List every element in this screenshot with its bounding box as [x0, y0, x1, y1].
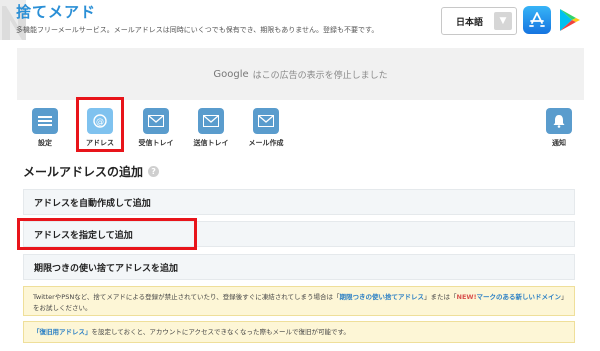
toolbar-label: 受信トレイ: [138, 139, 174, 147]
toolbar-label: メール作成: [248, 139, 284, 147]
option-label: アドレスを自動作成して追加: [34, 198, 151, 209]
app-store-icon[interactable]: [523, 6, 551, 34]
help-icon[interactable]: ?: [148, 166, 160, 177]
language-selected: 日本語: [456, 17, 484, 28]
ad-placeholder: Google はこの広告の表示を停止しました: [17, 48, 584, 100]
site-title[interactable]: 捨てメアド: [16, 2, 378, 22]
site-header: 捨てメアド 多機能フリーメールサービス。メールアドレスは同時にいくつでも保有でき…: [16, 2, 378, 35]
bell-icon: [546, 108, 572, 134]
section-title: メールアドレスの追加: [23, 165, 144, 179]
notice-text: 」または「: [424, 293, 457, 301]
notice-twitter-psn: TwitterやPSNなど、捨てメアドによる登録が禁止されていたり、登録後すぐに…: [23, 286, 575, 316]
toolbar-outbox[interactable]: 送信トレイ: [185, 108, 237, 148]
highlight-box-option: [17, 218, 197, 250]
site-tagline: 多機能フリーメールサービス。メールアドレスは同時にいくつでも保有でき、期限もあり…: [16, 26, 379, 34]
highlight-box-address: [76, 97, 124, 152]
toolbar-inbox[interactable]: 受信トレイ: [130, 108, 182, 148]
notice-text: を設定しておくと、アカウントにアクセスできなくなった際もメールで復旧が可能です。: [91, 328, 350, 336]
chevron-down-icon: ▼: [494, 12, 512, 30]
mail-icon: [143, 108, 169, 134]
option-label: 期限つきの使い捨てアドレスを追加: [34, 263, 179, 274]
notice-text: TwitterやPSNなど、捨てメアドによる登録が禁止されていたり、登録後すぐに…: [33, 293, 340, 301]
new-badge: NEW!: [456, 293, 477, 301]
toolbar-label: 送信トレイ: [193, 139, 229, 147]
toolbar-compose[interactable]: メール作成: [240, 108, 292, 148]
option-auto-create[interactable]: アドレスを自動作成して追加: [23, 189, 575, 215]
notice-link[interactable]: 「復旧用アドレス」: [33, 328, 92, 336]
mail-icon: [198, 108, 224, 134]
toolbar-notifications[interactable]: 通知: [533, 108, 585, 148]
notice-recovery: 「復旧用アドレス」を設定しておくと、アカウントにアクセスできなくなった際もメール…: [23, 321, 575, 343]
google-play-icon[interactable]: [555, 6, 583, 34]
menu-icon: [32, 108, 58, 134]
toolbar-label: 設定: [38, 139, 52, 147]
notice-link[interactable]: 期限つきの使い捨てアドレス: [340, 293, 425, 301]
option-disposable-address[interactable]: 期限つきの使い捨てアドレスを追加: [23, 254, 575, 280]
ad-message: はこの広告の表示を停止しました: [252, 70, 388, 81]
toolbar-label: 通知: [552, 139, 566, 147]
toolbar-settings[interactable]: 設定: [19, 108, 71, 148]
section-heading: メールアドレスの追加 ?: [23, 163, 160, 180]
google-label: Google: [213, 68, 249, 80]
notice-link[interactable]: マークのある新しいドメイン: [477, 293, 562, 301]
language-select[interactable]: 日本語 ▼: [441, 7, 517, 35]
mail-icon: [253, 108, 279, 134]
